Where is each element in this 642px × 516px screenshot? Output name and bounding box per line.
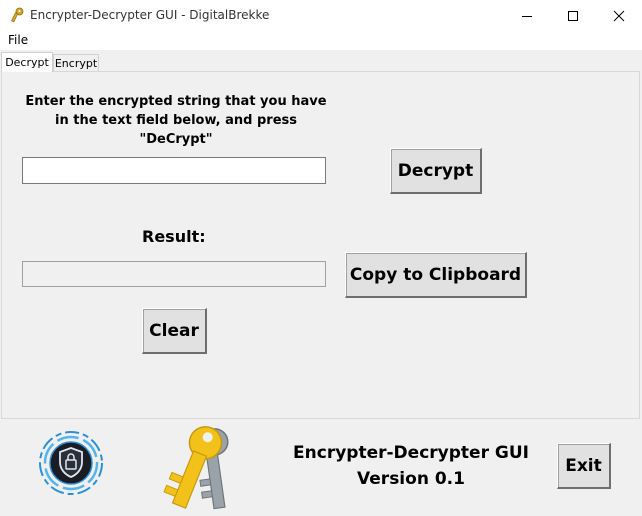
close-icon [613, 10, 625, 21]
title-bar: Encrypter-Decrypter GUI - DigitalBrekke [0, 0, 642, 31]
minimize-button[interactable] [504, 0, 550, 31]
instructions-text: Enter the encrypted string that you have… [18, 92, 334, 149]
instructions-line-2: in the text field below, and press "DeCr… [55, 113, 297, 147]
app-info: Encrypter-Decrypter GUI Version 0.1 [285, 440, 537, 492]
maximize-icon [568, 10, 578, 21]
app-name: Encrypter-Decrypter GUI [293, 443, 529, 463]
shield-logo-icon [38, 430, 104, 496]
tab-bar: Decrypt Encrypt [0, 50, 642, 72]
close-button[interactable] [596, 0, 642, 31]
copy-to-clipboard-button[interactable]: Copy to Clipboard [345, 252, 527, 298]
app-key-icon [9, 7, 25, 23]
instructions-line-1: Enter the encrypted string that you have [25, 94, 327, 109]
menu-file[interactable]: File [8, 33, 28, 47]
encrypted-string-input[interactable] [22, 157, 326, 184]
tab-decrypt[interactable]: Decrypt [1, 52, 53, 72]
decrypt-button[interactable]: Decrypt [390, 148, 482, 194]
app-version: Version 0.1 [357, 469, 465, 489]
result-field[interactable] [22, 261, 326, 287]
maximize-button[interactable] [550, 0, 596, 31]
exit-button[interactable]: Exit [557, 443, 611, 489]
result-label: Result: [142, 227, 206, 246]
tab-encrypt[interactable]: Encrypt [53, 54, 99, 72]
minimize-icon [522, 15, 532, 17]
clear-button[interactable]: Clear [142, 308, 207, 354]
keys-icon [155, 418, 245, 512]
window-title: Encrypter-Decrypter GUI - DigitalBrekke [30, 8, 270, 22]
menu-bar: File [0, 31, 642, 50]
